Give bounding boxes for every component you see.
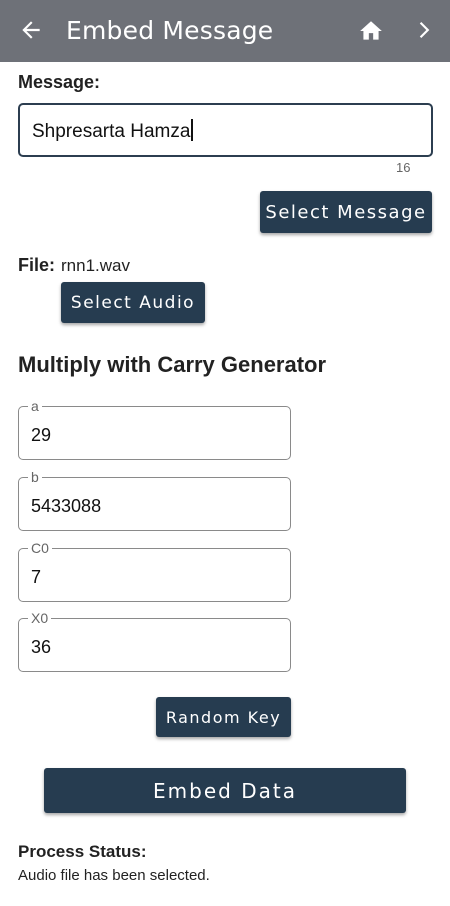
app-bar: Embed Message	[0, 0, 450, 62]
field-b-label: b	[28, 469, 42, 485]
field-a-label: a	[28, 398, 42, 414]
file-name: rnn1.wav	[61, 256, 130, 275]
field-x0-value: 36	[31, 637, 52, 657]
page-title: Embed Message	[66, 16, 274, 45]
process-status-label: Process Status:	[18, 842, 147, 861]
field-x0[interactable]: X0 36	[18, 610, 291, 672]
field-a-value: 29	[31, 425, 52, 445]
select-message-button[interactable]: Select Message	[260, 191, 432, 233]
field-b[interactable]: b 5433088	[18, 469, 291, 531]
random-key-button[interactable]: Random Key	[156, 697, 291, 737]
message-value: Shpresarta Hamza	[32, 119, 194, 143]
generator-title: Multiply with Carry Generator	[18, 352, 327, 377]
select-audio-button[interactable]: Select Audio	[61, 282, 205, 323]
file-label: File:	[18, 255, 56, 275]
message-input[interactable]: Shpresarta Hamza	[18, 103, 433, 157]
home-icon[interactable]	[358, 18, 384, 44]
field-b-value: 5433088	[31, 496, 102, 516]
embed-data-button[interactable]: Embed Data	[44, 768, 406, 813]
message-label: Message:	[18, 72, 101, 92]
character-counter: 16	[396, 160, 411, 175]
field-x0-label: X0	[28, 610, 52, 626]
process-status-text: Audio file has been selected.	[18, 867, 210, 884]
field-a[interactable]: a 29	[18, 398, 291, 460]
field-c0-value: 7	[31, 567, 42, 587]
field-c0-label: C0	[28, 540, 52, 556]
arrow-left-icon[interactable]	[18, 17, 44, 43]
field-c0[interactable]: C0 7	[18, 540, 291, 602]
chevron-right-icon[interactable]	[412, 17, 438, 43]
text-caret	[191, 119, 194, 141]
